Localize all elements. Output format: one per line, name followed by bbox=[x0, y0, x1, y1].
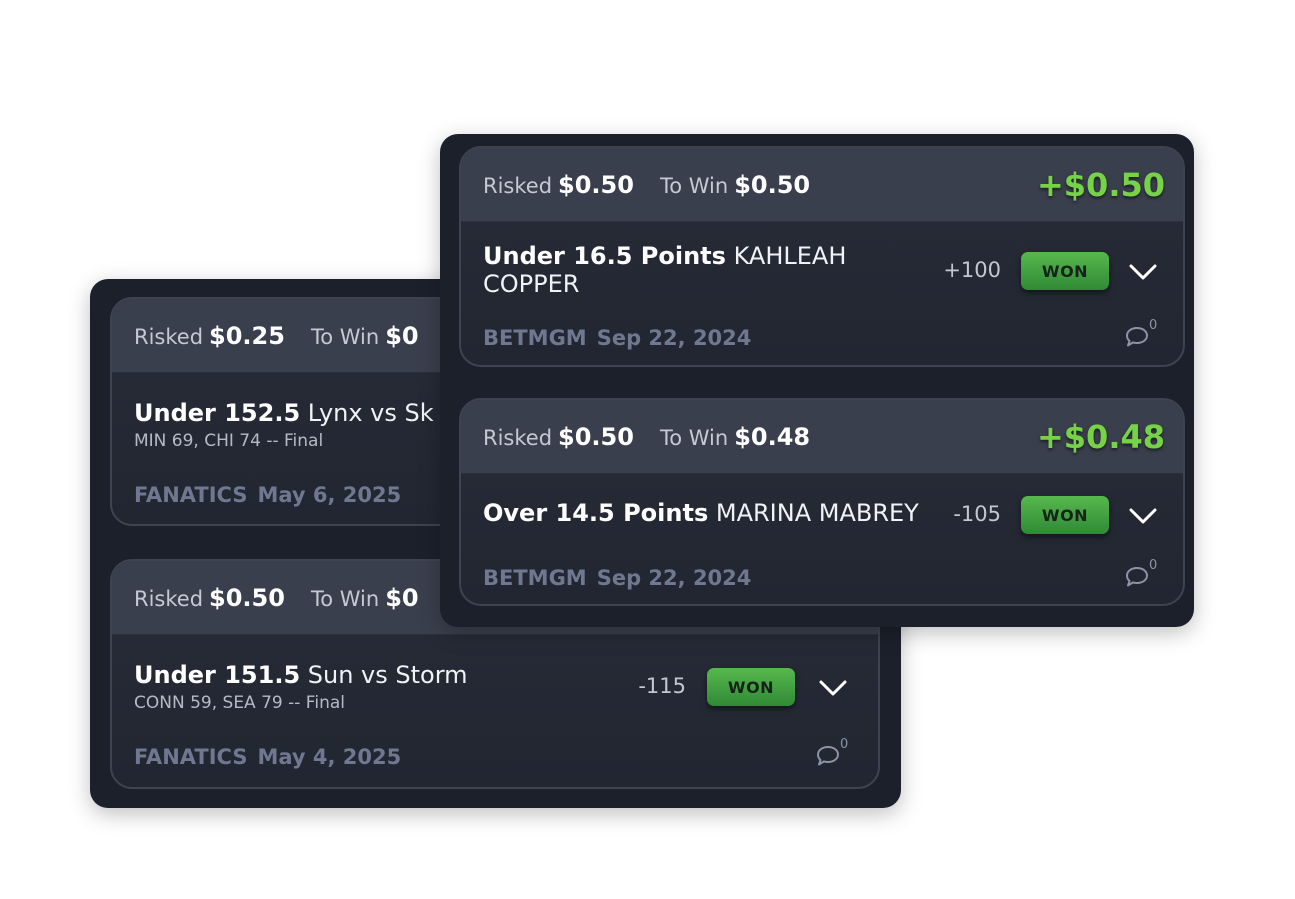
bet-footer: FANATICS May 6, 2025 bbox=[134, 483, 401, 507]
risked-label: Risked bbox=[134, 587, 204, 611]
to-win-amount: $0.50 bbox=[734, 171, 811, 199]
sportsbook-name: FANATICS bbox=[134, 745, 248, 769]
bet-title: Under 151.5 Sun vs Storm bbox=[134, 661, 468, 689]
bet-title: Under 152.5 Lynx vs Sk bbox=[134, 399, 434, 427]
bet-odds: -105 bbox=[953, 502, 1001, 526]
to-win-amount: $0.48 bbox=[734, 423, 811, 451]
profit-amount: +$0.48 bbox=[1036, 418, 1165, 456]
bet-date: May 6, 2025 bbox=[257, 483, 402, 507]
won-status-badge: WON bbox=[1021, 252, 1109, 290]
chevron-down-icon[interactable] bbox=[1128, 262, 1158, 282]
bet-score: MIN 69, CHI 74 -- Final bbox=[134, 431, 324, 451]
bet-footer: BETMGM Sep 22, 2024 bbox=[483, 566, 751, 590]
comment-icon bbox=[1126, 567, 1148, 587]
risked-amount: $0.50 bbox=[558, 423, 634, 451]
sportsbook-name: BETMGM bbox=[483, 326, 587, 350]
risked-amount: $0.25 bbox=[209, 322, 285, 350]
profit-amount: +$0.50 bbox=[1036, 166, 1165, 204]
bet-title: Under 16.5 Points KAHLEAH COPPER bbox=[483, 242, 847, 298]
comment-icon bbox=[817, 746, 839, 766]
sportsbook-name: BETMGM bbox=[483, 566, 587, 590]
bet-card[interactable]: Risked $0.50 To Win $0.50 +$0.50 Under 16.5… bbox=[459, 146, 1185, 367]
to-win-amount: $0 bbox=[385, 322, 419, 350]
to-win-label: To Win bbox=[659, 426, 729, 450]
to-win-label: To Win bbox=[310, 325, 380, 349]
comment-button[interactable]: 0 bbox=[816, 737, 852, 767]
chevron-down-icon[interactable] bbox=[1128, 506, 1158, 526]
comment-icon bbox=[1126, 327, 1148, 347]
comment-count: 0 bbox=[1149, 318, 1158, 333]
bet-card[interactable]: Risked $0.50 To Win $0.48 +$0.48 Over 14.5 … bbox=[459, 398, 1185, 606]
won-status-badge: WON bbox=[707, 668, 795, 706]
bet-odds: -115 bbox=[638, 674, 686, 698]
bet-card-header: Risked $0.50 To Win $0.50 +$0.50 bbox=[461, 148, 1183, 222]
comment-button[interactable]: 0 bbox=[1125, 558, 1161, 588]
bet-date: Sep 22, 2024 bbox=[596, 566, 752, 590]
to-win-amount: $0 bbox=[385, 584, 419, 612]
bet-score: CONN 59, SEA 79 -- Final bbox=[134, 693, 345, 713]
comment-count: 0 bbox=[1149, 558, 1158, 573]
chevron-down-icon[interactable] bbox=[818, 678, 848, 698]
to-win-label: To Win bbox=[659, 174, 729, 198]
bet-history-panel-front: Risked $0.50 To Win $0.50 +$0.50 Under 16.5… bbox=[440, 134, 1194, 627]
bet-footer: BETMGM Sep 22, 2024 bbox=[483, 326, 751, 350]
bet-title: Over 14.5 Points MARINA MABREY bbox=[483, 499, 919, 527]
bet-date: Sep 22, 2024 bbox=[596, 326, 752, 350]
to-win-label: To Win bbox=[310, 587, 380, 611]
risked-label: Risked bbox=[134, 325, 204, 349]
comment-button[interactable]: 0 bbox=[1125, 318, 1161, 348]
risked-label: Risked bbox=[483, 174, 553, 198]
bet-card-header: Risked $0.50 To Win $0.48 +$0.48 bbox=[461, 400, 1183, 474]
won-status-badge: WON bbox=[1021, 496, 1109, 534]
sportsbook-name: FANATICS bbox=[134, 483, 248, 507]
risked-amount: $0.50 bbox=[209, 584, 285, 612]
comment-count: 0 bbox=[840, 737, 849, 752]
bet-footer: FANATICS May 4, 2025 bbox=[134, 745, 401, 769]
bet-date: May 4, 2025 bbox=[257, 745, 402, 769]
risked-amount: $0.50 bbox=[558, 171, 634, 199]
bet-odds: +100 bbox=[943, 258, 1001, 282]
risked-label: Risked bbox=[483, 426, 553, 450]
